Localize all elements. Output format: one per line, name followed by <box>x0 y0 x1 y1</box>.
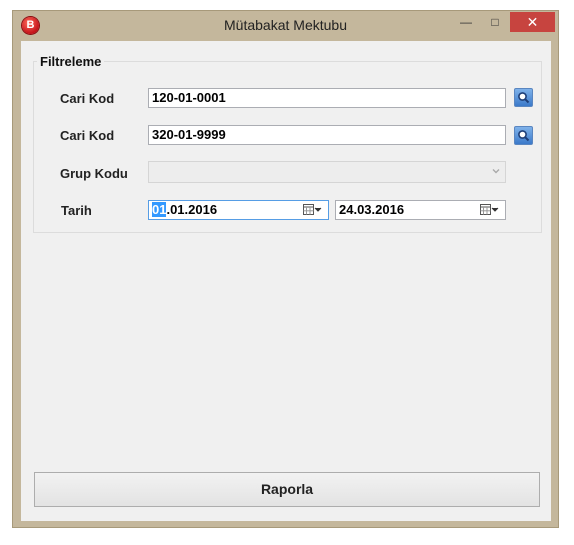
cari-kod-label-1: Cari Kod <box>60 91 115 106</box>
end-date-value: 24.03.2016 <box>339 202 405 217</box>
search-icon <box>518 130 530 142</box>
calendar-icon[interactable] <box>303 204 322 216</box>
form-client-area: Filtreleme Cari Kod 120-01-0001 Cari Kod… <box>21 41 551 521</box>
main-window: B Mütabakat Mektubu — □ ✕ Filtreleme Car… <box>12 10 559 528</box>
cari-kod-input-1[interactable]: 120-01-0001 <box>148 88 506 108</box>
close-button[interactable]: ✕ <box>510 12 555 32</box>
report-button[interactable]: Raporla <box>34 472 540 507</box>
search-icon <box>518 92 530 104</box>
start-date-picker[interactable]: 01.01.2016 <box>148 200 329 220</box>
filter-group-legend: Filtreleme <box>37 54 105 69</box>
cari-kod-label-2: Cari Kod <box>60 128 115 143</box>
start-date-rest: .01.2016 <box>166 202 218 217</box>
cari-kod-search-button-2[interactable] <box>514 126 533 145</box>
minimize-button[interactable]: — <box>453 12 479 32</box>
maximize-button[interactable]: □ <box>482 12 508 32</box>
tarih-label: Tarih <box>61 203 92 218</box>
cari-kod-search-button-1[interactable] <box>514 88 533 107</box>
chevron-down-icon <box>492 169 500 174</box>
start-date-day-selected: 01 <box>152 202 167 217</box>
title-bar[interactable]: B Mütabakat Mektubu — □ ✕ <box>13 11 558 40</box>
grup-kodu-combobox[interactable] <box>148 161 506 183</box>
grup-kodu-label: Grup Kodu <box>60 166 128 181</box>
end-date-picker[interactable]: 24.03.2016 <box>335 200 506 220</box>
calendar-icon[interactable] <box>480 204 499 216</box>
cari-kod-input-2[interactable]: 320-01-9999 <box>148 125 506 145</box>
